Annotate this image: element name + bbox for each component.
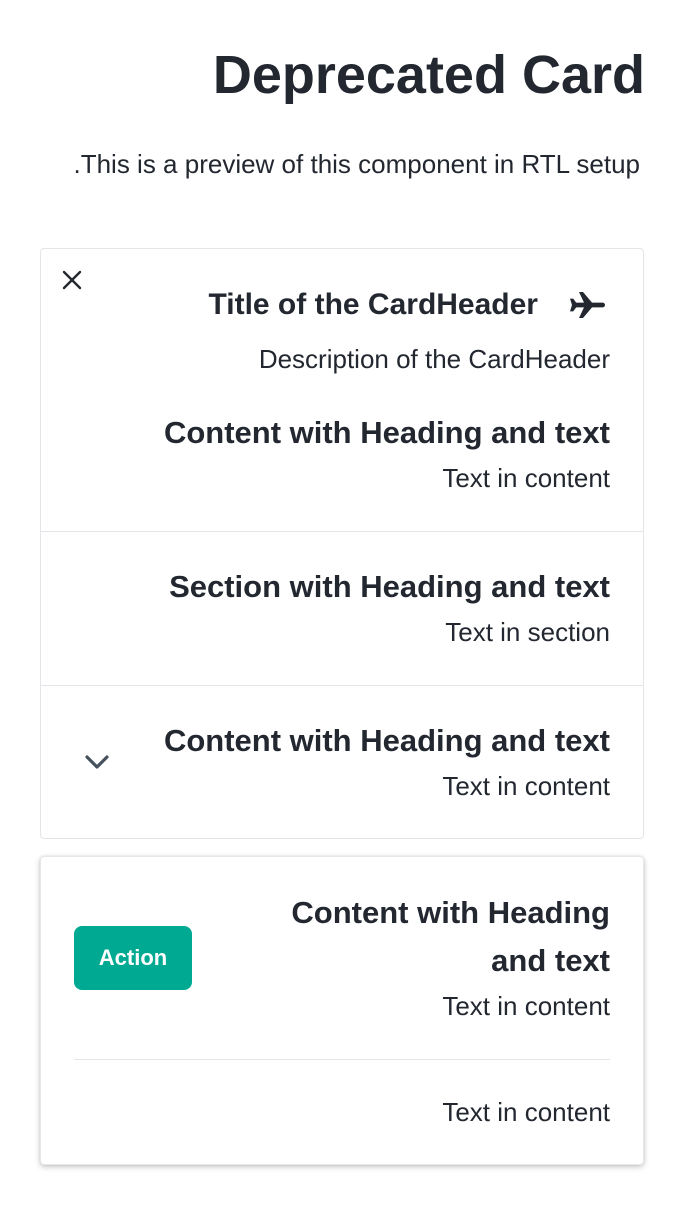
close-button[interactable] [57,265,87,295]
footer-text: Text in content [442,1097,610,1127]
page-title: Deprecated Card [212,45,645,105]
expandable-text: Text in content [442,771,610,801]
airplane-icon [570,292,605,318]
card-secondary: Action Content with Heading and text Tex… [40,856,644,1165]
section-heading: Section with Heading and text [169,569,610,604]
card-primary: Title of the CardHeader Description of t… [40,248,644,839]
content-heading: Content with Heading and text [163,415,610,450]
card-divider [41,685,643,686]
card-divider [74,1059,610,1060]
action-button[interactable]: Action [74,926,192,990]
expand-toggle-button[interactable] [79,745,115,779]
content-text: Text in content [442,463,610,493]
card-header-description: Description of the CardHeader [258,344,610,374]
card-divider [41,531,643,532]
card-header-title: Title of the CardHeader [208,288,538,321]
chevron-down-icon [85,755,109,769]
close-icon [62,270,82,290]
expandable-heading: Content with Heading and text [163,723,610,758]
content-heading: Content with Heading and text [291,895,610,978]
page-description: This is a preview of this component in R… [73,149,640,179]
section-text: Text in section [445,617,610,647]
content-text: Text in content [442,991,610,1021]
